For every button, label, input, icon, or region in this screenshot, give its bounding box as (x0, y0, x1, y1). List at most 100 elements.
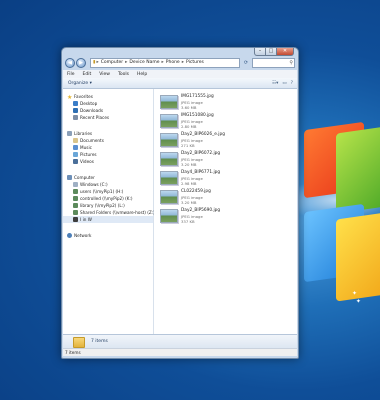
refresh-icon[interactable]: ⟳ (242, 59, 250, 67)
sidebar-label: Favorites (74, 94, 93, 99)
file-name: Day2_BIP6026_e.jpg (181, 132, 225, 137)
file-name: Day4_BIP6771.jpg (181, 170, 221, 175)
downloads-icon (73, 108, 78, 113)
image-thumbnail-icon (160, 114, 178, 128)
address-bar[interactable]: ▮ ▸ Computer ▸ Device Name ▸ Phone ▸ Pic… (90, 57, 240, 68)
command-bar: Organize ▾ ☷▾ ▭ ? (63, 78, 297, 89)
sidebar-computer[interactable]: Computer (67, 174, 95, 181)
sidebar-libraries[interactable]: Libraries (67, 130, 92, 137)
sidebar-label: Windows (C:) (80, 182, 108, 187)
sidebar-item-drive-l[interactable]: library (\\myPip2) (L:) (73, 202, 125, 209)
navigation-pane: ★ Favorites Desktop Downloads Recent Plac… (63, 89, 155, 334)
list-item[interactable]: Day2_BIP5690.jpg JPEG image 337 KB (160, 208, 220, 227)
sidebar-item-desktop[interactable]: Desktop (73, 100, 97, 107)
sidebar-item-drive-k[interactable]: controlled (\\myPip2) (K:) (73, 195, 133, 202)
file-name: IMG171555.jpg (181, 94, 214, 99)
breadcrumb-device[interactable]: Device Name (129, 60, 159, 65)
phone-icon (73, 217, 78, 222)
explorer-window: – □ ✕ ◀ ▶ ▮ ▸ Computer ▸ Device Name ▸ P… (61, 47, 299, 359)
pictures-icon (73, 152, 78, 157)
sidebar-item-videos[interactable]: Videos (73, 158, 94, 165)
sidebar-label: Shared Folders (\\vmware-host) (Z:) (80, 210, 155, 215)
item-count: 7 items (91, 339, 108, 344)
sidebar-network[interactable]: Network (67, 232, 91, 239)
list-item[interactable]: IMG151080.jpg JPEG image 2.80 MB (160, 113, 214, 132)
sidebar-item-drive-z[interactable]: Shared Folders (\\vmware-host) (Z:) (73, 209, 155, 216)
sidebar-item-recent-places[interactable]: Recent Places (73, 114, 109, 121)
forward-arrow-icon[interactable]: ▶ (76, 57, 86, 68)
breadcrumb-computer[interactable]: Computer (101, 60, 123, 65)
breadcrumb-pictures[interactable]: Pictures (186, 60, 204, 65)
sidebar-label: Network (74, 233, 92, 238)
close-icon[interactable]: ✕ (276, 48, 294, 56)
image-thumbnail-icon (160, 190, 178, 204)
sidebar-item-pictures[interactable]: Pictures (73, 151, 97, 158)
sparkle-decoration: ✦ ✦ (352, 290, 361, 305)
file-size: 337 KB (181, 219, 195, 224)
menu-edit[interactable]: Edit (79, 72, 96, 77)
sidebar-favorites[interactable]: ★ Favorites (67, 93, 93, 101)
list-item[interactable]: CL022459.jpg JPEG image 3.20 MB (160, 189, 211, 208)
sidebar-label: Documents (80, 138, 104, 143)
sidebar-item-drive-h[interactable]: users (\\myPip1) (H:) (73, 188, 123, 195)
sidebar-label: library (\\myPip2) (L:) (80, 203, 125, 208)
search-icon: ⚲ (289, 59, 293, 66)
desktop-icon (73, 101, 78, 106)
folder-icon (73, 337, 85, 348)
menu-help[interactable]: Help (133, 72, 151, 77)
sidebar-item-drive-c[interactable]: Windows (C:) (73, 181, 108, 188)
search-input[interactable]: ⚲ (252, 57, 295, 68)
help-icon[interactable]: ? (291, 81, 293, 86)
sidebar-label: Downloads (80, 108, 103, 113)
star-icon: ★ (67, 94, 73, 101)
image-thumbnail-icon (160, 171, 178, 185)
file-size: 2.98 MB (181, 181, 197, 186)
file-size: 3.20 MB (181, 162, 197, 167)
file-name: CL022459.jpg (181, 189, 211, 194)
menu-bar: File Edit View Tools Help (63, 70, 297, 78)
status-text: 7 items (65, 350, 81, 355)
menu-file[interactable]: File (63, 72, 79, 77)
file-size: 3.60 MB (181, 105, 197, 110)
music-icon (73, 145, 78, 150)
sidebar-item-music[interactable]: Music (73, 144, 92, 151)
navigation-row: ◀ ▶ ▮ ▸ Computer ▸ Device Name ▸ Phone ▸… (65, 57, 295, 68)
network-drive-icon (73, 210, 78, 215)
file-name: Day2_BIP5690.jpg (181, 208, 221, 213)
recent-places-icon (73, 115, 78, 120)
sidebar-item-phone[interactable]: I in W (63, 216, 153, 223)
file-list: IMG171555.jpg JPEG image 3.60 MB IMG151080… (154, 89, 297, 334)
file-name: Day2_BIP6072.jpg (181, 151, 221, 156)
image-thumbnail-icon (160, 209, 178, 223)
sidebar-label: Music (80, 145, 92, 150)
list-item[interactable]: IMG171555.jpg JPEG image 3.60 MB (160, 94, 214, 113)
menu-tools[interactable]: Tools (114, 72, 133, 77)
image-thumbnail-icon (160, 95, 178, 109)
preview-pane-icon[interactable]: ▭ (282, 81, 286, 86)
list-item[interactable]: Day2_BIP6072.jpg JPEG image 3.20 MB (160, 151, 220, 170)
breadcrumb-phone[interactable]: Phone (166, 60, 180, 65)
sidebar-label: users (\\myPip1) (H:) (80, 189, 124, 194)
status-bar: 7 items (63, 348, 297, 356)
sidebar-label: Libraries (74, 131, 93, 136)
list-item[interactable]: Day4_BIP6771.jpg JPEG image 2.98 MB (160, 170, 220, 189)
network-drive-icon (73, 196, 78, 201)
sidebar-label: I in W (80, 217, 92, 222)
folder-icon: ▮ (93, 60, 96, 65)
view-options-icon[interactable]: ☷▾ (272, 81, 278, 86)
documents-icon (73, 138, 78, 143)
sidebar-label: controlled (\\myPip2) (K:) (80, 196, 133, 201)
title-bar[interactable]: – □ ✕ (62, 48, 298, 56)
organize-button[interactable]: Organize ▾ (63, 81, 92, 86)
windows-logo (278, 120, 380, 310)
list-item[interactable]: Day2_BIP6026_e.jpg JPEG image 271 KB (160, 132, 225, 151)
menu-view[interactable]: View (95, 72, 114, 77)
image-thumbnail-icon (160, 152, 178, 166)
file-size: 3.20 MB (181, 200, 197, 205)
sidebar-item-documents[interactable]: Documents (73, 137, 104, 144)
sidebar-label: Recent Places (80, 115, 110, 120)
sidebar-item-downloads[interactable]: Downloads (73, 107, 103, 114)
back-arrow-icon[interactable]: ◀ (65, 57, 75, 68)
image-thumbnail-icon (160, 133, 178, 147)
sidebar-label: Pictures (80, 152, 97, 157)
